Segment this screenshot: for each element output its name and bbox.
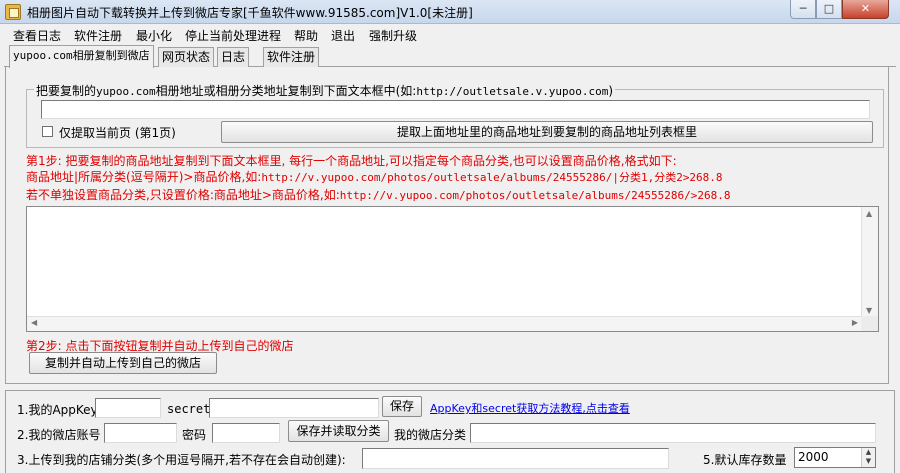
upload-category-input[interactable]: [362, 448, 669, 469]
menu-stop-process[interactable]: 停止当前处理进程: [185, 27, 281, 44]
spinner-arrows[interactable]: ▲ ▼: [861, 448, 875, 467]
upload-category-label: 3.上传到我的店铺分类(多个用逗号隔开,若不存在会自动创建):: [17, 453, 346, 467]
category-label: 我的微店分类: [394, 428, 467, 442]
close-button[interactable]: ✕: [842, 0, 889, 19]
category-select[interactable]: [470, 423, 876, 443]
menu-view-log[interactable]: 查看日志: [13, 27, 61, 44]
menu-exit[interactable]: 退出: [331, 27, 355, 44]
tab-yupoo-copy[interactable]: yupoo.com相册复制到微店: [9, 45, 154, 68]
menu-bar: 查看日志 软件注册 最小化 停止当前处理进程 帮助 退出 强制升级: [0, 25, 900, 45]
copy-upload-button[interactable]: 复制并自动上传到自己的微店: [29, 352, 217, 374]
current-page-only-label: 仅提取当前页 (第1页): [59, 126, 176, 140]
title-bar[interactable]: 相册图片自动下载转换并上传到微店专家[千鱼软件www.91585.com]V1.…: [0, 0, 900, 24]
spin-down-icon[interactable]: ▼: [862, 457, 875, 466]
appkey-input[interactable]: [95, 398, 161, 418]
menu-register[interactable]: 软件注册: [74, 27, 122, 44]
scroll-right-icon[interactable]: ▶: [852, 318, 858, 327]
stock-value: 2000: [798, 450, 829, 464]
account-input[interactable]: [104, 423, 177, 443]
account-label: 2.我的微店账号: [17, 428, 101, 442]
password-label: 密码: [182, 428, 207, 442]
scrollbar-corner: [861, 316, 878, 331]
tab-bar: yupoo.com相册复制到微店 网页状态 日志 软件注册: [4, 45, 896, 68]
format-example-line: 商品地址|所属分类(逗号隔开)>商品价格,如:http://v.yupoo.co…: [26, 170, 723, 184]
vertical-scrollbar[interactable]: ▲ ▼: [861, 207, 878, 317]
scroll-down-icon[interactable]: ▼: [866, 306, 872, 315]
window-title: 相册图片自动下载转换并上传到微店专家[千鱼软件www.91585.com]V1.…: [27, 6, 473, 20]
tab-web-status[interactable]: 网页状态: [158, 47, 215, 67]
price-only-example-line: 若不单独设置商品分类,只设置价格:商品地址>商品价格,如:http://v.yu…: [26, 188, 731, 202]
menu-help[interactable]: 帮助: [294, 27, 318, 44]
scroll-left-icon[interactable]: ◀: [31, 318, 37, 327]
stock-quantity-spinner[interactable]: 2000 ▲ ▼: [794, 447, 876, 468]
tutorial-link[interactable]: AppKey和secret获取方法教程,点击查看: [430, 400, 630, 416]
stock-label: 5.默认库存数量: [703, 453, 787, 467]
maximize-button[interactable]: □: [816, 0, 842, 19]
tab-register[interactable]: 软件注册: [263, 47, 320, 67]
current-page-only-checkbox[interactable]: [42, 126, 53, 137]
menu-minimize[interactable]: 最小化: [136, 27, 172, 44]
extract-urls-button[interactable]: 提取上面地址里的商品地址到要复制的商品地址列表框里: [221, 121, 873, 143]
app-icon: [5, 4, 21, 20]
horizontal-scrollbar[interactable]: ◀ ▶: [27, 316, 862, 331]
save-read-category-button[interactable]: 保存并读取分类: [288, 420, 389, 442]
step1-instruction: 第1步: 把要复制的商品地址复制到下面文本框里, 每行一个商品地址,可以指定每个…: [26, 154, 677, 168]
menu-force-upgrade[interactable]: 强制升级: [369, 27, 417, 44]
spin-up-icon[interactable]: ▲: [862, 448, 875, 457]
appkey-label: 1.我的AppKey: [17, 403, 98, 417]
tab-log[interactable]: 日志: [217, 47, 250, 67]
save-button[interactable]: 保存: [382, 396, 422, 417]
product-urls-textarea[interactable]: ▲ ▼ ◀ ▶: [26, 206, 879, 332]
secret-label: secret: [167, 402, 211, 416]
password-input[interactable]: [212, 423, 280, 443]
minimize-button[interactable]: ─: [790, 0, 816, 19]
scroll-up-icon[interactable]: ▲: [866, 209, 872, 218]
group-legend: 把要复制的yupoo.com相册地址或相册分类地址复制到下面文本框中(如:htt…: [34, 82, 616, 99]
album-url-input[interactable]: [41, 100, 870, 119]
secret-input[interactable]: [209, 398, 379, 418]
